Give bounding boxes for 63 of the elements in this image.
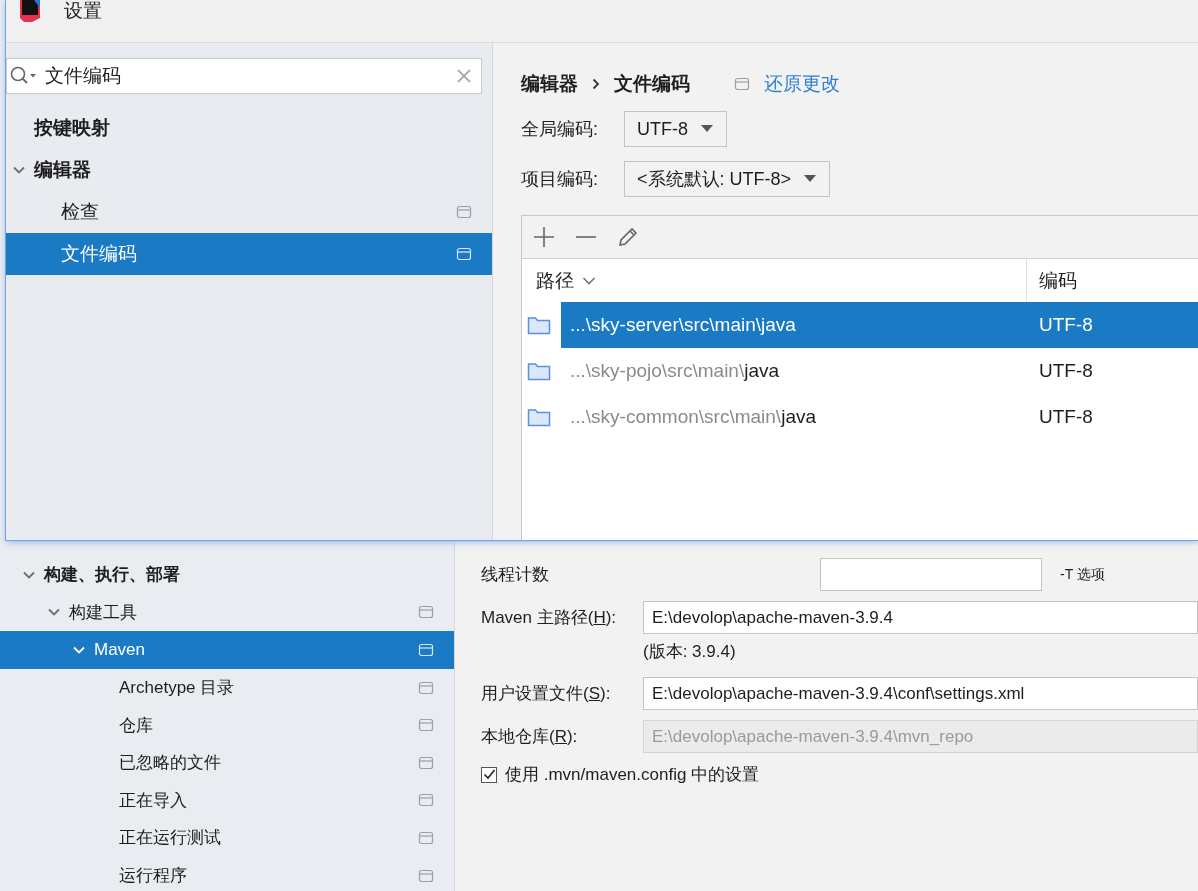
search-field[interactable]: 文件编码 xyxy=(6,58,482,94)
encoding-dropdown[interactable]: <系统默认: UTF-8> xyxy=(624,161,831,197)
input-field[interactable] xyxy=(820,558,1042,591)
folder-icon xyxy=(527,315,551,335)
field-label: 线程计数 xyxy=(481,564,550,586)
tree-item[interactable]: 已忽略的文件 xyxy=(0,743,454,782)
window-icon xyxy=(418,829,434,846)
tree-item[interactable]: Maven xyxy=(0,631,454,669)
tree-item[interactable]: 编辑器 xyxy=(6,149,492,191)
tree-item[interactable]: 正在运行测试 xyxy=(0,819,454,857)
window-icon xyxy=(734,76,750,92)
window-icon xyxy=(418,679,434,696)
window-icon xyxy=(418,792,434,809)
tree-item[interactable]: 按键映射 xyxy=(6,107,492,149)
tree-item[interactable]: 仓库 xyxy=(0,706,454,744)
minus-icon[interactable] xyxy=(574,236,598,238)
field-label: 本地仓库(R): xyxy=(481,726,579,748)
input-field[interactable]: E:\devolop\apache-maven-3.9.4\conf\settings.xml xyxy=(643,677,1198,710)
column-header[interactable]: 路径 xyxy=(536,267,574,294)
window-icon xyxy=(456,246,472,262)
table-cell[interactable]: UTF-8 xyxy=(1039,314,1093,336)
clear-icon[interactable] xyxy=(457,69,471,83)
table-cell[interactable]: UTF-8 xyxy=(1039,360,1093,382)
tree-item[interactable]: 文件编码 xyxy=(6,233,492,275)
table-cell[interactable]: UTF-8 xyxy=(1039,406,1093,428)
checkbox[interactable] xyxy=(481,766,497,783)
pencil-icon[interactable] xyxy=(616,225,640,249)
input-field[interactable]: E:\devolop\apache-maven-3.9.4 xyxy=(643,601,1198,634)
app-logo-icon xyxy=(20,0,42,22)
sort-icon[interactable] xyxy=(582,275,596,286)
column-header[interactable]: 编码 xyxy=(1039,269,1077,291)
tree-item[interactable]: Archetype 目录 xyxy=(0,668,454,707)
breadcrumb-item: 编辑器 xyxy=(521,72,578,96)
window-icon xyxy=(418,642,434,658)
encoding-dropdown[interactable]: UTF-8 xyxy=(624,111,727,147)
hint-text: -T 选项 xyxy=(1060,565,1105,584)
breadcrumb-item: 文件编码 xyxy=(614,72,690,96)
field-label: 用户设置文件(S): xyxy=(481,683,612,705)
tree-item[interactable]: 构建工具 xyxy=(0,593,454,632)
dropdown-arrow-icon xyxy=(700,124,714,134)
tree-item[interactable]: 正在导入 xyxy=(0,781,454,820)
folder-icon xyxy=(527,361,551,381)
window-title: 设置 xyxy=(64,1,102,21)
field-label: Maven 主路径(H): xyxy=(481,607,618,629)
plus-icon[interactable] xyxy=(532,225,556,249)
window-icon xyxy=(418,754,434,771)
field-label: 项目编码: xyxy=(521,168,599,191)
table-cell[interactable]: ...\sky-common\src\main\java xyxy=(570,406,816,428)
window-icon xyxy=(418,604,434,621)
field-label: 全局编码: xyxy=(521,118,599,141)
table-cell[interactable]: ...\sky-pojo\src\main\java xyxy=(570,360,780,382)
chevron-icon xyxy=(592,78,600,90)
checkbox-label: 使用 .mvn/maven.config 中的设置 xyxy=(505,764,760,786)
dropdown-arrow-icon xyxy=(803,174,818,184)
tree-item[interactable]: 构建、执行、部署 xyxy=(0,556,454,594)
window-icon xyxy=(456,204,472,220)
window-icon xyxy=(418,867,434,884)
tree-item[interactable]: 检查 xyxy=(6,191,492,233)
tree-item[interactable]: 运行程序 xyxy=(0,856,454,891)
folder-icon xyxy=(527,407,551,427)
window-icon xyxy=(418,717,434,734)
reset-link[interactable]: 还原更改 xyxy=(764,71,840,97)
version-text: (版本: 3.9.4) xyxy=(643,641,737,663)
